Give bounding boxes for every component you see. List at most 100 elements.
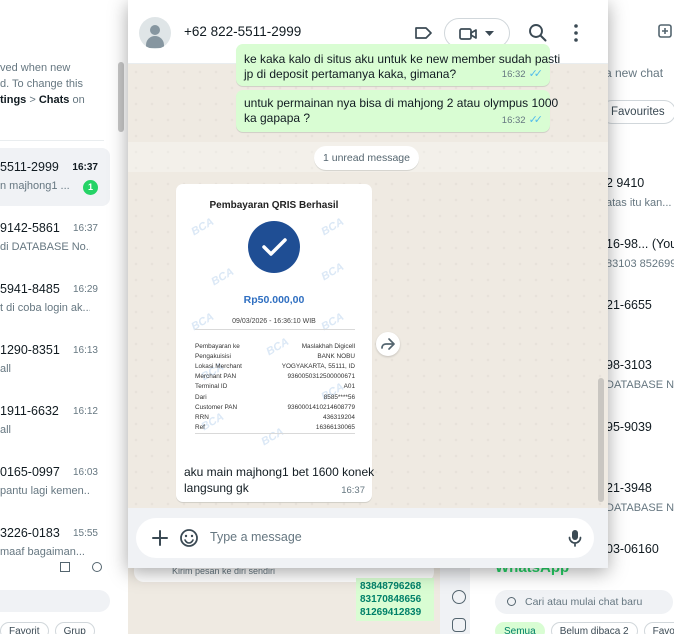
chat-list-item[interactable]: 0165-0997 16:03 pantu lagi kemen... — [0, 453, 110, 511]
message-input-bar: Type a message — [136, 518, 594, 558]
receipt-field: Pembayaran ke Maslakhah Digicell — [195, 338, 355, 350]
background-row-subtitle: DATABASE N — [606, 379, 674, 391]
chat-list-item[interactable]: 1911-6632 16:12 all — [0, 392, 110, 450]
unread-count-badge: 1 — [83, 180, 98, 195]
filter-groups-chip[interactable]: Grup — [54, 622, 95, 634]
outgoing-message[interactable]: untuk permainan nya bisa di mahjong 2 at… — [236, 90, 558, 132]
double-check-icon: ✓✓ — [528, 114, 544, 126]
chat-list-item[interactable]: 5941-8485 16:29 t di coba login ak... — [0, 270, 110, 328]
watermark: BCA — [319, 260, 346, 284]
message-input[interactable]: Type a message — [210, 530, 302, 544]
chat-list-number: 5511-2999 — [0, 160, 59, 174]
divider — [0, 140, 104, 141]
incoming-image-message[interactable]: BCA BCA BCA BCA BCA BCA BCA BCA BCA BCA … — [176, 184, 375, 502]
filter-all-chip[interactable]: Semua — [495, 622, 545, 634]
forward-icon[interactable] — [376, 332, 400, 356]
notice-path-separator: > — [26, 94, 39, 106]
filter-favourites-chip[interactable]: Favorit — [643, 622, 674, 634]
payment-receipt-image[interactable]: BCA BCA BCA BCA BCA BCA BCA BCA BCA BCA … — [181, 189, 367, 459]
message-meta: 16:37 — [341, 482, 365, 499]
notice-line: ved when new — [0, 62, 71, 74]
chat-list-number: 0165-0997 — [0, 465, 60, 479]
background-search-hint[interactable]: a new chat — [605, 66, 663, 80]
watermark: BCA — [189, 215, 216, 239]
background-row-title[interactable]: 03-06160 — [606, 542, 659, 556]
chat-scrollbar[interactable] — [598, 378, 604, 502]
default-avatar-icon[interactable] — [139, 17, 171, 49]
left-list-scrollbar[interactable] — [118, 62, 124, 132]
background-number: 83848796268 — [360, 581, 422, 592]
avatar-head — [150, 25, 160, 35]
message-composer: Type a message — [128, 508, 608, 568]
chat-list-time: 16:37 — [72, 223, 98, 234]
channels-icon[interactable] — [452, 618, 466, 632]
message-time: 16:37 — [341, 485, 365, 496]
receipt-field: Ref 16366130065 — [195, 419, 355, 431]
filter-unread-chip[interactable]: Belum dibaca 2 — [550, 622, 638, 634]
contact-name[interactable]: +62 822-5511-2999 — [184, 24, 301, 39]
chat-list-preview: all — [0, 363, 12, 375]
microphone-icon[interactable] — [564, 527, 586, 549]
receipt-field: Pengakuisisi BANK NOBU — [195, 348, 355, 360]
background-row-title[interactable]: 98-3103 — [606, 358, 652, 372]
more-vertical-icon[interactable] — [562, 18, 590, 48]
chat-list-preview: n majhong1 ... — [0, 180, 70, 192]
background-number-list: 83848796268 83170848656 81269412839 — [356, 578, 434, 621]
outgoing-message[interactable]: ke kaka kalo di situs aku untuk ke new m… — [236, 44, 560, 86]
notice-path-tail: on — [69, 94, 85, 106]
filter-favourites-chip[interactable]: Favorit — [0, 622, 49, 634]
background-row-title[interactable]: 21-3948 — [606, 481, 652, 495]
receipt-amount: Rp50.000,00 — [243, 294, 305, 306]
status-icon[interactable] — [452, 590, 466, 604]
left-search-bar[interactable] — [0, 590, 110, 612]
message-meta: 16:32 ✓✓ — [502, 112, 543, 129]
chat-list-number: 5941-8485 — [0, 282, 60, 296]
notice-path-settings[interactable]: tings — [0, 94, 26, 106]
message-caption: langsung gk — [184, 481, 249, 495]
emoji-icon[interactable] — [178, 527, 200, 549]
message-time: 16:32 — [501, 69, 526, 80]
background-row-title[interactable]: 2 9410 — [606, 176, 644, 190]
background-number: 81269412839 — [360, 607, 422, 618]
receipt-divider — [195, 433, 355, 434]
chat-list-preview: maaf bagaiman... — [0, 546, 85, 558]
message-meta: 16:32 ✓✓ — [502, 66, 543, 83]
chat-list-item[interactable]: 5511-2999 16:37 n majhong1 ... 1 — [0, 148, 110, 206]
chat-list-time: 16:37 — [72, 162, 98, 173]
avatar-body — [146, 36, 164, 48]
watermark: BCA — [259, 425, 286, 449]
chat-list-item[interactable]: 1290-8351 16:13 all — [0, 331, 110, 389]
chat-list-number: 3226-0183 — [0, 526, 60, 540]
new-chat-icon[interactable] — [60, 562, 70, 572]
new-chat-icon[interactable] — [658, 22, 674, 40]
double-check-icon: ✓✓ — [528, 68, 544, 80]
receipt-field: RRN 436319204 — [195, 409, 355, 421]
notice-path: tings > Chats on — [0, 92, 118, 108]
chevron-down-icon — [485, 31, 494, 37]
notice-path-chats[interactable]: Chats — [39, 94, 70, 106]
filter-icon[interactable] — [92, 562, 102, 572]
search-icon — [507, 597, 516, 606]
receipt-field: Terminal ID A01 — [195, 378, 355, 390]
background-search-bar[interactable]: Cari atau mulai chat baru — [495, 590, 673, 614]
background-self-chat: Kirim pesan ke diri sendiri 83848796268 … — [128, 560, 440, 634]
background-left-chat-list: ved when new d. To change this tings > C… — [0, 0, 128, 634]
message-text: jp di deposit pertamanya kaka, gimana? — [244, 67, 457, 81]
background-row-title[interactable]: 21-6655 — [606, 298, 652, 312]
plus-icon[interactable] — [149, 527, 171, 549]
left-filter-row: Favorit Grup — [0, 622, 95, 634]
favourites-chip[interactable]: Favourites — [600, 100, 674, 124]
receipt-field: Lokasi Merchant YOGYAKARTA, 55111, ID — [195, 358, 355, 370]
video-call-icon — [459, 26, 479, 42]
chat-list-time: 16:13 — [72, 345, 98, 356]
background-row-title[interactable]: 95-9039 — [606, 420, 652, 434]
archive-settings-notice: ved when new d. To change this tings > C… — [0, 60, 118, 108]
background-row-subtitle: DATABASE N — [606, 502, 674, 514]
chat-list-preview: di DATABASE No... — [0, 241, 90, 253]
receipt-divider — [195, 329, 355, 330]
chat-list-item[interactable]: 9142-5861 16:37 di DATABASE No... — [0, 209, 110, 267]
background-row-title[interactable]: 16-98... (You — [606, 237, 674, 251]
message-caption: aku main majhong1 bet 1600 konek — [184, 465, 375, 479]
check-circle-icon — [248, 221, 300, 273]
receipt-field: Merchant PAN 9360050312500000671 — [195, 368, 355, 380]
